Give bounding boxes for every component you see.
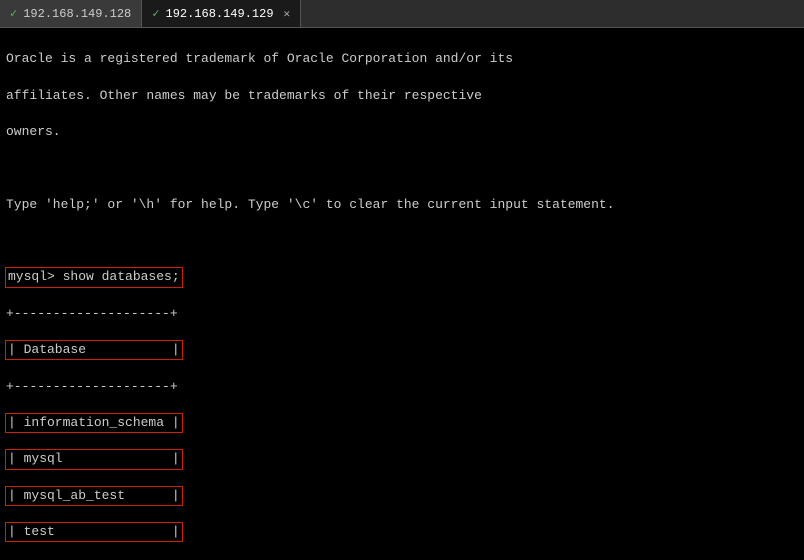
- terminal-line-1: affiliates. Other names may be trademark…: [6, 87, 798, 105]
- db-mysql-row: | mysql |: [6, 450, 182, 468]
- check-icon-2: ✓: [152, 6, 159, 21]
- terminal-line-0: Oracle is a registered trademark of Orac…: [6, 50, 798, 68]
- terminal-line-4: Type 'help;' or '\h' for help. Type '\c'…: [6, 196, 798, 214]
- terminal-line-show-databases: mysql> show databases;: [6, 268, 798, 286]
- db-info-schema-row: | information_schema |: [6, 414, 182, 432]
- show-databases-command: mysql> show databases;: [6, 268, 182, 286]
- terminal-line-2: owners.: [6, 123, 798, 141]
- terminal-line-7: +--------------------+: [6, 305, 798, 323]
- tab-192-168-149-129[interactable]: ✓ 192.168.149.129 ✕: [142, 0, 301, 27]
- terminal-line-11: | mysql |: [6, 450, 798, 468]
- tab-label-2: 192.168.149.129: [166, 7, 274, 21]
- terminal-line-10: | information_schema |: [6, 414, 798, 432]
- terminal-line-13: | test |: [6, 523, 798, 541]
- terminal-line-3: [6, 159, 798, 177]
- terminal-line-8: | Database |: [6, 341, 798, 359]
- terminal-line-9: +--------------------+: [6, 378, 798, 396]
- terminal[interactable]: Oracle is a registered trademark of Orac…: [0, 28, 804, 560]
- database-header-row: | Database |: [6, 341, 182, 359]
- tab-label-1: 192.168.149.128: [23, 7, 131, 21]
- db-mysql-ab-test-row: | mysql_ab_test |: [6, 487, 182, 505]
- tab-192-168-149-128[interactable]: ✓ 192.168.149.128: [0, 0, 142, 27]
- terminal-line-5: [6, 232, 798, 250]
- terminal-line-12: | mysql_ab_test |: [6, 487, 798, 505]
- check-icon-1: ✓: [10, 6, 17, 21]
- db-test-row: | test |: [6, 523, 182, 541]
- tab-bar: ✓ 192.168.149.128 ✓ 192.168.149.129 ✕: [0, 0, 804, 28]
- close-icon[interactable]: ✕: [284, 7, 291, 21]
